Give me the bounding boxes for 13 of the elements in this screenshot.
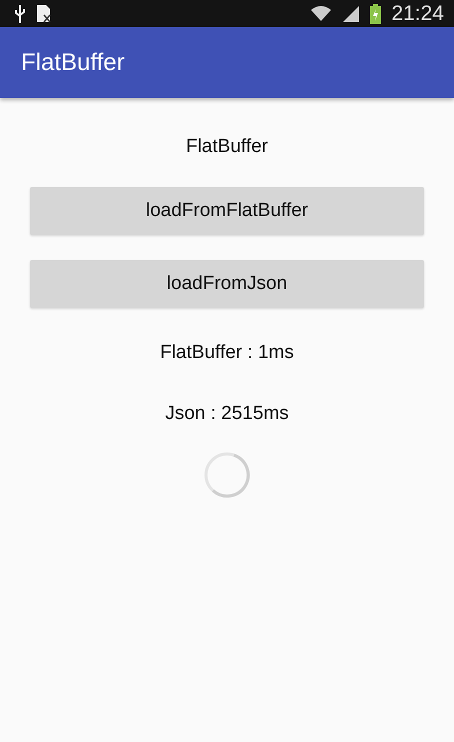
- load-button[interactable]: loadFromFlatBuffer: [30, 187, 424, 235]
- usb-icon: [14, 4, 26, 22]
- battery-icon: [370, 4, 382, 24]
- result-text: FlatBuffer : 1ms: [160, 342, 294, 364]
- loading-spinner-icon: [203, 451, 251, 499]
- heading-text: FlatBuffer: [186, 136, 268, 158]
- signal-icon: [342, 4, 360, 22]
- app-title: FlatBuffer: [21, 48, 125, 76]
- result-text: Json : 2515ms: [165, 403, 289, 425]
- load-button[interactable]: loadFromJson: [30, 260, 424, 308]
- sim-card-icon: [36, 4, 52, 23]
- clock-time: 21:24: [391, 2, 444, 26]
- wifi-icon: [310, 4, 332, 22]
